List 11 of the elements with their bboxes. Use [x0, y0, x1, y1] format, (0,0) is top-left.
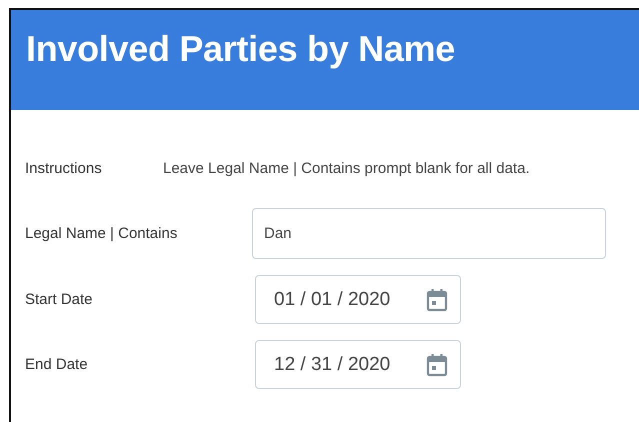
instructions-label: Instructions	[25, 160, 103, 176]
calendar-icon[interactable]	[426, 288, 448, 312]
field-label: Legal Name | Contains	[25, 225, 178, 242]
field-label: End Date	[25, 356, 89, 373]
page-title: Involved Parties by Name	[26, 28, 456, 70]
instructions-text: Leave Legal Name | Contains prompt blank for all data.	[163, 160, 530, 176]
field-label: Start Date	[25, 291, 94, 308]
name-field[interactable]: Dan	[252, 208, 606, 259]
date-field[interactable]: 01 / 01 / 2020	[255, 275, 461, 324]
date-field[interactable]: 12 / 31 / 2020	[255, 340, 461, 389]
calendar-icon[interactable]	[426, 352, 448, 376]
